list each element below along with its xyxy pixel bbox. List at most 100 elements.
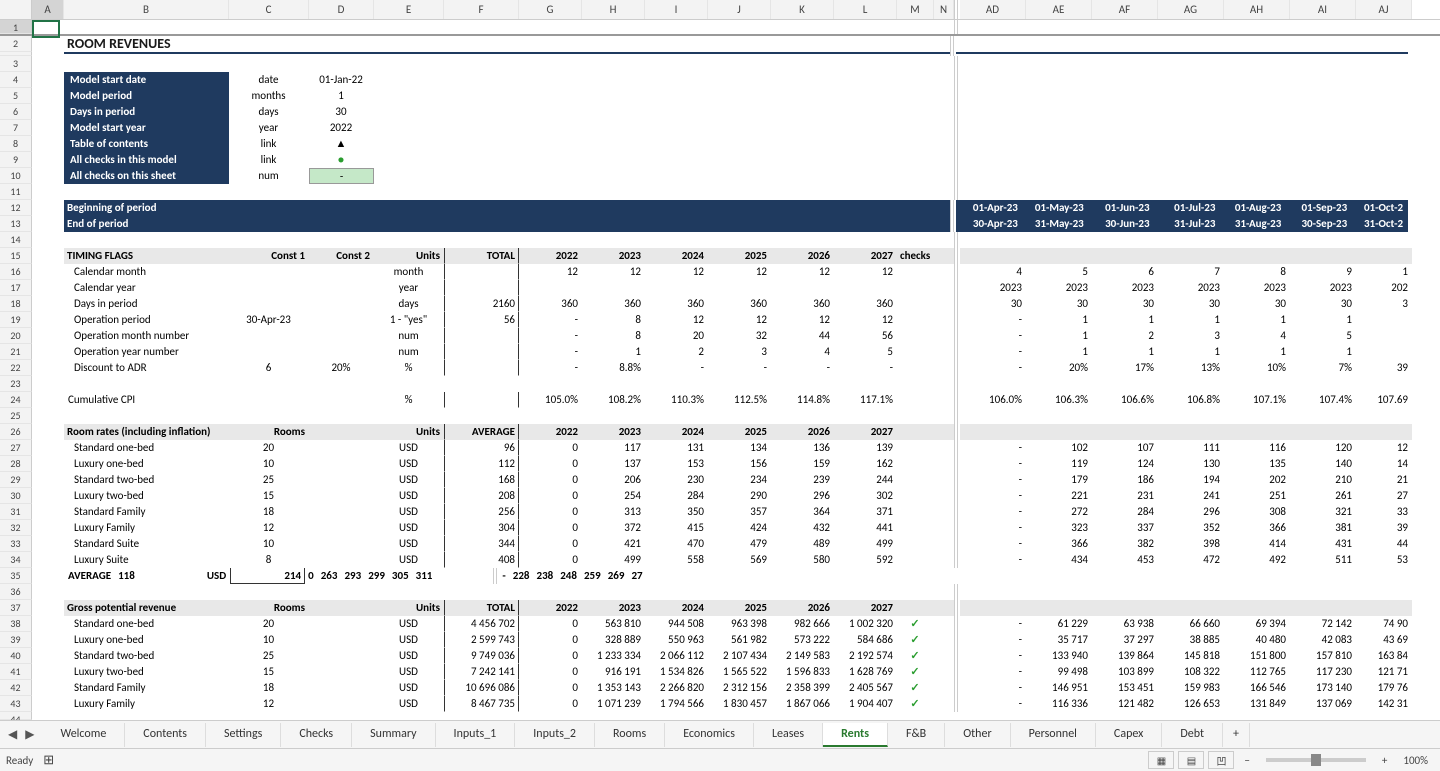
tab-next-icon[interactable]: ▶: [21, 727, 38, 742]
row-header[interactable]: 6: [0, 104, 32, 120]
cell[interactable]: [309, 280, 374, 296]
cell[interactable]: 106.6%: [1092, 392, 1158, 408]
cell[interactable]: -: [960, 680, 1026, 696]
cell[interactable]: 20%: [309, 360, 374, 376]
row-header[interactable]: 32: [0, 520, 32, 536]
cell[interactable]: USD: [374, 504, 444, 520]
cell[interactable]: -: [960, 664, 1026, 680]
cell[interactable]: 33: [1356, 504, 1412, 520]
cell[interactable]: 421: [582, 536, 645, 552]
macro-icon[interactable]: ⊞: [43, 753, 54, 768]
cell[interactable]: [1356, 328, 1412, 344]
cell[interactable]: 157 810: [1290, 648, 1356, 664]
cell[interactable]: 133 940: [1026, 648, 1092, 664]
cell[interactable]: 12: [645, 264, 708, 280]
cell[interactable]: 1 596 833: [771, 664, 834, 680]
cell[interactable]: 0: [519, 648, 582, 664]
cell[interactable]: 30: [1290, 296, 1356, 312]
cell[interactable]: 499: [582, 552, 645, 568]
cell[interactable]: 244: [834, 472, 897, 488]
cell[interactable]: 18: [229, 504, 309, 520]
cell[interactable]: -: [960, 696, 1026, 712]
cell[interactable]: 1: [1092, 344, 1158, 360]
cell[interactable]: 20: [229, 616, 309, 632]
cell[interactable]: 136: [771, 440, 834, 456]
cell[interactable]: -: [960, 312, 1026, 328]
cell[interactable]: 328 889: [582, 632, 645, 648]
cell[interactable]: 114.8%: [771, 392, 834, 408]
cell[interactable]: 1 867 066: [771, 696, 834, 712]
zoom-slider[interactable]: [1266, 758, 1366, 762]
cell[interactable]: 963 398: [708, 616, 771, 632]
row-header[interactable]: 22: [0, 360, 32, 376]
row-header[interactable]: 20: [0, 328, 32, 344]
cell[interactable]: 5: [834, 344, 897, 360]
row-header[interactable]: 39: [0, 632, 32, 648]
cell[interactable]: 214: [230, 568, 305, 584]
cell[interactable]: 3: [1356, 296, 1412, 312]
cell[interactable]: 35 717: [1026, 632, 1092, 648]
cell[interactable]: 44: [1356, 536, 1412, 552]
column-header[interactable]: AD: [960, 0, 1026, 19]
sheet-tab[interactable]: Welcome: [42, 723, 125, 747]
sheet-tab[interactable]: Summary: [352, 723, 435, 747]
cell[interactable]: 269: [605, 568, 629, 584]
cell[interactable]: 139 864: [1092, 648, 1158, 664]
cell[interactable]: -: [960, 552, 1026, 568]
cell[interactable]: 168: [444, 472, 519, 488]
cell[interactable]: 263: [318, 568, 342, 584]
cell[interactable]: 12: [229, 520, 309, 536]
cell[interactable]: 944 508: [645, 616, 708, 632]
row-header[interactable]: 7: [0, 120, 32, 136]
cell[interactable]: [229, 264, 309, 280]
row-header[interactable]: 18: [0, 296, 32, 312]
view-page-break-button[interactable]: 凹: [1208, 751, 1234, 769]
cell[interactable]: 10: [229, 632, 309, 648]
cell[interactable]: 350: [645, 504, 708, 520]
cell[interactable]: 202: [1224, 472, 1290, 488]
cell[interactable]: 1: [1026, 328, 1092, 344]
column-header[interactable]: AF: [1092, 0, 1158, 19]
cell[interactable]: 284: [1092, 504, 1158, 520]
cell[interactable]: 305: [389, 568, 413, 584]
cell[interactable]: 470: [645, 536, 708, 552]
cell[interactable]: 106.0%: [960, 392, 1026, 408]
cell[interactable]: 366: [1224, 520, 1290, 536]
cell[interactable]: 30: [1026, 296, 1092, 312]
cell[interactable]: 2 107 434: [708, 648, 771, 664]
sheet-tab[interactable]: Economics: [665, 723, 754, 747]
cell[interactable]: -: [519, 344, 582, 360]
cell[interactable]: USD: [374, 440, 444, 456]
cell[interactable]: 352: [1158, 520, 1224, 536]
cell[interactable]: 142 31: [1356, 696, 1412, 712]
cell[interactable]: 12: [708, 312, 771, 328]
row-header[interactable]: 27: [0, 440, 32, 456]
cell[interactable]: 17%: [1092, 360, 1158, 376]
row-header[interactable]: 10: [0, 168, 32, 184]
cell[interactable]: [771, 280, 834, 296]
cell[interactable]: 1 830 457: [708, 696, 771, 712]
cell[interactable]: 179: [1026, 472, 1092, 488]
cell[interactable]: USD: [374, 680, 444, 696]
cell[interactable]: 238: [534, 568, 558, 584]
cell[interactable]: 112: [444, 456, 519, 472]
cell[interactable]: 202: [1356, 280, 1412, 296]
cell[interactable]: 221: [1026, 488, 1092, 504]
cell[interactable]: 228: [510, 568, 534, 584]
cell[interactable]: 415: [645, 520, 708, 536]
column-header[interactable]: F: [444, 0, 519, 19]
cell[interactable]: 116: [1224, 440, 1290, 456]
cell[interactable]: 20: [645, 328, 708, 344]
cell[interactable]: 311: [413, 568, 437, 584]
cell[interactable]: 453: [1092, 552, 1158, 568]
cell[interactable]: 372: [582, 520, 645, 536]
cell[interactable]: USD: [374, 520, 444, 536]
cell[interactable]: USD: [374, 536, 444, 552]
cell[interactable]: 304: [444, 520, 519, 536]
cell[interactable]: USD: [374, 616, 444, 632]
cell[interactable]: [229, 296, 309, 312]
cell[interactable]: 21: [1356, 472, 1412, 488]
cell[interactable]: -: [960, 520, 1026, 536]
cell[interactable]: -: [499, 568, 509, 584]
cell[interactable]: 37 297: [1092, 632, 1158, 648]
